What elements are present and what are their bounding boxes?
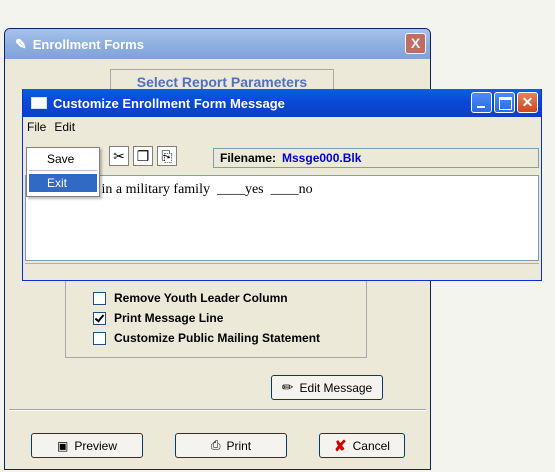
close-button[interactable]: ✕ bbox=[517, 92, 538, 113]
checkbox-label: Print Message Line bbox=[114, 311, 224, 325]
window-title: Customize Enrollment Form Message bbox=[53, 95, 285, 111]
minimize-button[interactable] bbox=[471, 92, 492, 113]
print-button[interactable]: ⎙ Print bbox=[175, 433, 287, 458]
app-icon: ✎ bbox=[15, 35, 27, 52]
divider bbox=[9, 409, 426, 411]
window-icon bbox=[31, 97, 47, 109]
maximize-icon bbox=[499, 97, 512, 110]
status-bar bbox=[25, 263, 539, 278]
paste-icon[interactable]: ⎘ bbox=[157, 146, 177, 166]
printer-icon: ⎙ bbox=[210, 438, 221, 452]
menu-file[interactable]: File bbox=[23, 120, 50, 134]
edit-message-button[interactable]: ✏ Edit Message bbox=[271, 375, 383, 400]
copy-icon[interactable]: ❐ bbox=[133, 146, 153, 166]
message-editor[interactable]: is your child in a military family ____y… bbox=[25, 175, 539, 261]
menu-item-exit[interactable]: Exit bbox=[29, 174, 97, 192]
window-title: Enrollment Forms bbox=[32, 36, 144, 52]
checkbox-box[interactable] bbox=[93, 331, 106, 345]
file-menu-dropdown: Save Exit bbox=[26, 147, 100, 197]
filename-value: Mssge000.Blk bbox=[282, 151, 362, 165]
pencil-icon: ✏ bbox=[281, 379, 294, 395]
checkbox-box[interactable] bbox=[93, 311, 106, 325]
preview-icon: ▣ bbox=[56, 438, 69, 453]
cut-icon[interactable]: ✂ bbox=[109, 146, 129, 166]
menu-edit[interactable]: Edit bbox=[50, 120, 79, 134]
maximize-button[interactable] bbox=[494, 92, 515, 113]
filename-label: Filename: bbox=[220, 151, 277, 165]
minimize-icon bbox=[477, 106, 485, 108]
checkbox-label: Remove Youth Leader Column bbox=[114, 291, 288, 305]
cancel-button[interactable]: ✘ Cancel bbox=[319, 433, 405, 458]
menu-separator bbox=[29, 170, 97, 171]
close-button[interactable]: X bbox=[405, 33, 426, 54]
preview-button[interactable]: ▣ Preview bbox=[31, 433, 143, 458]
checkbox-label: Customize Public Mailing Statement bbox=[114, 331, 321, 345]
menu-item-save[interactable]: Save bbox=[29, 150, 97, 168]
x-icon: ✘ bbox=[334, 437, 347, 455]
menu-bar: File Edit bbox=[23, 117, 541, 137]
enrollment-forms-titlebar[interactable]: ✎ Enrollment Forms X bbox=[5, 29, 430, 59]
toolbar: ✂ ❐ ⎘ Filename: Mssge000.Blk bbox=[23, 138, 541, 172]
checkbox-box[interactable] bbox=[93, 291, 106, 305]
checkbox-customize-mailing[interactable]: Customize Public Mailing Statement bbox=[93, 331, 320, 345]
filename-box: Filename: Mssge000.Blk bbox=[213, 148, 539, 168]
customize-message-titlebar[interactable]: Customize Enrollment Form Message bbox=[23, 89, 541, 117]
checkbox-remove-youth-leader[interactable]: Remove Youth Leader Column bbox=[93, 291, 288, 305]
customize-message-window: Customize Enrollment Form Message ✕ File… bbox=[22, 89, 542, 281]
checkbox-print-message-line[interactable]: Print Message Line bbox=[93, 311, 223, 325]
